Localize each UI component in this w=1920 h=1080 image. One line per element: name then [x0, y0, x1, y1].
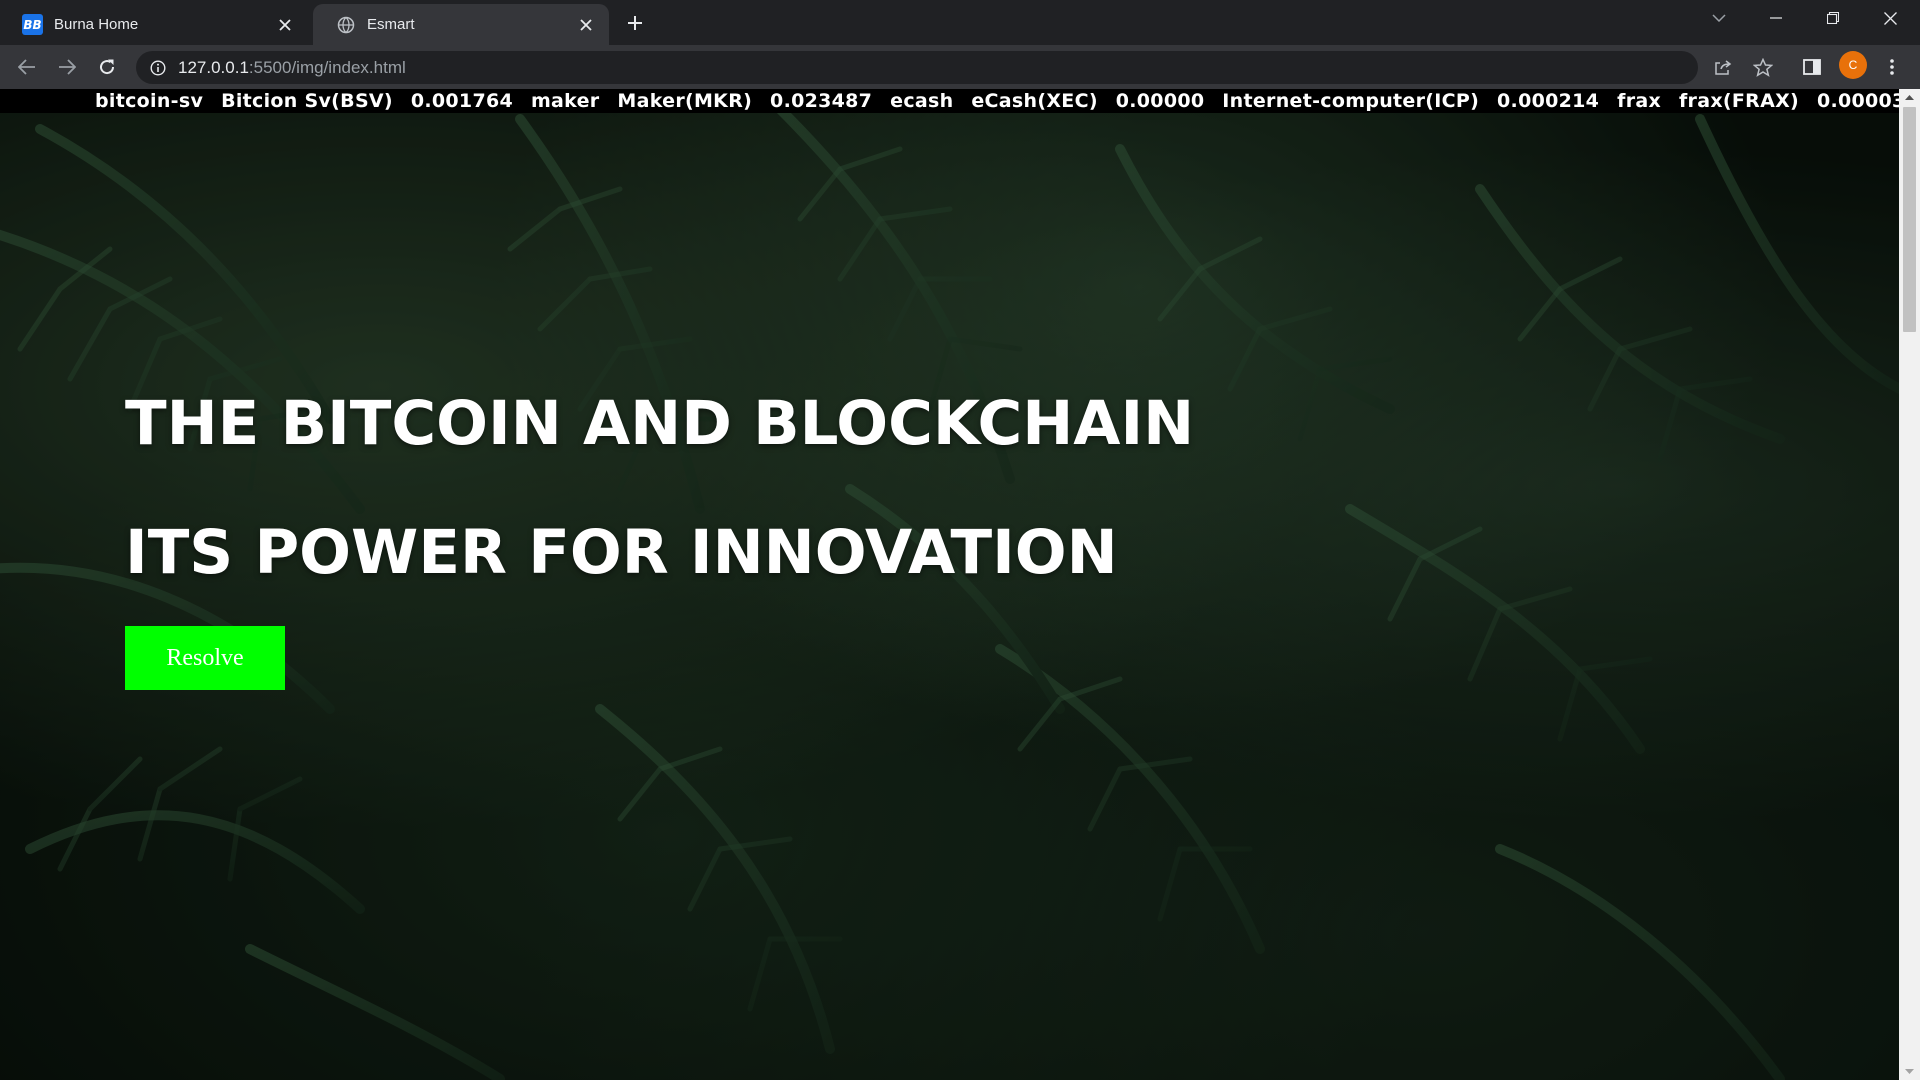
- restore-icon[interactable]: [1810, 0, 1856, 36]
- ticker-track: bitcoin-sv Bitcion Sv(BSV) 0.001764 make…: [95, 90, 1899, 112]
- tab-burna-home[interactable]: BB Burna Home: [0, 4, 308, 45]
- ticker-item: 0.001764: [410, 90, 514, 112]
- profile-avatar[interactable]: C: [1839, 51, 1867, 79]
- scroll-up-arrow-icon[interactable]: [1899, 89, 1920, 106]
- tab-esmart[interactable]: Esmart: [313, 4, 609, 45]
- tab-strip: BB Burna Home Esmart: [0, 0, 1920, 45]
- hero-section: THE BITCOIN AND BLOCKCHAIN ITS POWER FOR…: [125, 388, 1195, 690]
- reload-icon[interactable]: [91, 51, 123, 83]
- site-info-icon[interactable]: [148, 58, 168, 78]
- ticker-item: bitcoin-sv: [95, 90, 204, 112]
- ticker-item: Maker(MKR): [617, 90, 753, 112]
- ticker-item: Internet-computer(ICP): [1222, 90, 1480, 112]
- close-window-icon[interactable]: [1867, 0, 1913, 36]
- url-host: 127.0.0.1: [178, 57, 249, 77]
- hero-headline-line-1: THE BITCOIN AND BLOCKCHAIN: [125, 388, 1195, 459]
- ticker-item: 0.023487: [770, 90, 873, 112]
- page-viewport: bitcoin-sv Bitcion Sv(BSV) 0.001764 make…: [0, 89, 1899, 1080]
- crypto-price-ticker: bitcoin-sv Bitcion Sv(BSV) 0.001764 make…: [0, 89, 1899, 113]
- back-arrow-icon[interactable]: [11, 51, 43, 83]
- vertical-scrollbar[interactable]: [1899, 89, 1920, 1080]
- new-tab-icon[interactable]: [620, 8, 650, 38]
- ticker-item: 0.000034: [1816, 90, 1899, 112]
- forward-arrow-icon[interactable]: [51, 51, 83, 83]
- url-path: :5500/img/index.html: [248, 57, 406, 77]
- minimize-icon[interactable]: [1753, 0, 1799, 36]
- ticker-item: frax(FRAX): [1678, 90, 1800, 112]
- share-icon[interactable]: [1707, 51, 1739, 83]
- tab-search-chevron-icon[interactable]: [1696, 0, 1742, 36]
- side-panel-icon[interactable]: [1796, 51, 1828, 83]
- bookmark-star-icon[interactable]: [1747, 51, 1779, 83]
- burna-favicon-icon: BB: [22, 14, 43, 35]
- ticker-item: eCash(XEC): [971, 90, 1098, 112]
- resolve-button[interactable]: Resolve: [125, 626, 285, 690]
- more-menu-icon[interactable]: [1876, 51, 1908, 83]
- url-text: 127.0.0.1:5500/img/index.html: [178, 58, 406, 78]
- ticker-item: frax: [1617, 90, 1662, 112]
- tab-title: Burna Home: [54, 16, 139, 33]
- globe-icon: [335, 14, 356, 35]
- ticker-item: 0.000214: [1497, 90, 1600, 112]
- scrollbar-thumb[interactable]: [1903, 107, 1916, 332]
- ticker-item: Bitcion Sv(BSV): [221, 90, 393, 112]
- address-bar[interactable]: 127.0.0.1:5500/img/index.html: [136, 51, 1698, 84]
- ticker-item: 0.00000: [1115, 90, 1205, 112]
- close-tab-icon[interactable]: [274, 14, 296, 36]
- close-tab-icon[interactable]: [575, 14, 597, 36]
- scroll-down-arrow-icon[interactable]: [1899, 1063, 1920, 1080]
- ticker-item: maker: [530, 90, 600, 112]
- tab-title: Esmart: [367, 16, 415, 33]
- browser-toolbar: 127.0.0.1:5500/img/index.html: [0, 45, 1920, 89]
- hero-headline-line-2: ITS POWER FOR INNOVATION: [125, 517, 1118, 588]
- ticker-item: ecash: [890, 90, 954, 112]
